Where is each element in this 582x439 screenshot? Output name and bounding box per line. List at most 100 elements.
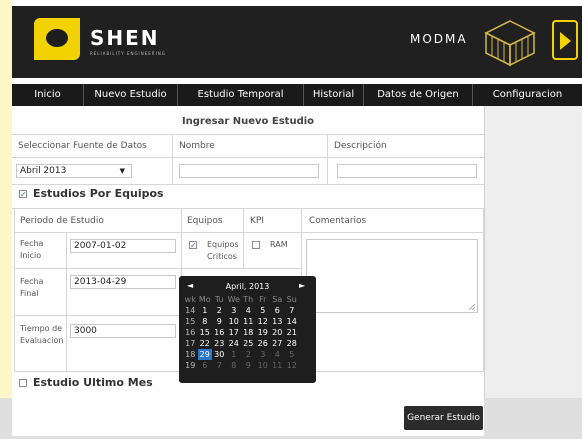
day-cell[interactable]: 5 [285, 349, 300, 360]
divider [243, 208, 244, 268]
periodo-label: Periodo de Estudio [20, 216, 104, 226]
day-cell[interactable]: 1 [227, 349, 242, 360]
day-cell[interactable]: 6 [270, 305, 285, 316]
tiempo-evaluacion-label: Tiempo de Evaluacion [20, 324, 64, 345]
day-cell[interactable]: 24 [227, 338, 242, 349]
day-cell[interactable]: 7 [212, 360, 227, 371]
day-cell[interactable]: 30 [212, 349, 227, 360]
day-cell[interactable]: 14 [285, 316, 300, 327]
section-title: Ingresar Nuevo Estudio [181, 116, 315, 127]
description-input[interactable] [337, 164, 477, 178]
datepicker-week-row: 14 1 2 3 4 5 6 7 [183, 305, 299, 316]
day-cell[interactable]: 9 [212, 316, 227, 327]
day-cell[interactable]: 25 [241, 338, 256, 349]
day-cell[interactable]: 22 [198, 338, 213, 349]
nav-nuevo-estudio[interactable]: Nuevo Estudio [84, 84, 178, 106]
description-label: Descripción [334, 141, 387, 151]
logout-button[interactable] [552, 20, 578, 60]
divider [12, 134, 484, 135]
day-cell[interactable]: 15 [198, 327, 213, 338]
comentarios-textarea[interactable] [306, 239, 478, 313]
source-select[interactable]: Abril 2013 ▼ [16, 164, 132, 178]
weekday-label: wk [184, 295, 196, 304]
day-cell[interactable]: 10 [227, 316, 242, 327]
fecha-final-label: Fecha Final [20, 277, 44, 298]
weekday-label: Sa [272, 295, 283, 304]
fecha-inicio-input[interactable]: 2007-01-02 [70, 239, 176, 253]
nav-historial[interactable]: Historial [304, 84, 364, 106]
day-cell[interactable]: 4 [270, 349, 285, 360]
equipos-criticos-label: Equipos Criticos [207, 240, 239, 261]
logo-text: SHEN [90, 26, 160, 50]
day-cell[interactable]: 1 [198, 305, 213, 316]
estudio-ultimo-mes-label: Estudio Ultimo Mes [33, 376, 153, 389]
day-cell[interactable]: 5 [256, 305, 271, 316]
day-cell[interactable]: 12 [285, 360, 300, 371]
day-cell[interactable]: 23 [212, 338, 227, 349]
shen-logo-icon [34, 18, 80, 60]
name-label: Nombre [179, 141, 215, 151]
day-cell[interactable]: 12 [256, 316, 271, 327]
datepicker-next-icon[interactable]: ► [299, 281, 305, 290]
source-label: Seleccionar Fuente de Datos [18, 141, 147, 151]
day-cell[interactable]: 11 [241, 316, 256, 327]
day-cell[interactable]: 2 [241, 349, 256, 360]
main-nav: Inicio Nuevo Estudio Estudio Temporal Hi… [12, 84, 582, 106]
nav-estudio-temporal[interactable]: Estudio Temporal [178, 84, 304, 106]
day-cell[interactable]: 13 [270, 316, 285, 327]
tiempo-evaluacion-input[interactable]: 3000 [70, 324, 176, 338]
name-input[interactable] [179, 164, 319, 178]
day-cell[interactable]: 11 [270, 360, 285, 371]
week-number: 15 [185, 317, 196, 326]
datepicker-weekday-header: wk Mo Tu We Th Fr Sa Su [183, 294, 299, 305]
nav-inicio[interactable]: Inicio [12, 84, 84, 106]
estudio-ultimo-mes-checkbox[interactable] [19, 379, 27, 387]
fecha-final-input[interactable]: 2013-04-29 [70, 275, 176, 289]
estudios-equipos-checkbox[interactable]: ✓ [19, 190, 27, 199]
weekday-label: We [227, 295, 240, 304]
nav-configuracion[interactable]: Configuracion [473, 84, 582, 106]
day-cell[interactable]: 9 [241, 360, 256, 371]
day-cell[interactable]: 17 [227, 327, 242, 338]
day-cell[interactable]: 28 [285, 338, 300, 349]
divider [12, 184, 484, 185]
week-number: 14 [185, 306, 196, 315]
day-cell[interactable]: 21 [285, 327, 300, 338]
day-cell[interactable]: 3 [256, 349, 271, 360]
day-cell[interactable]: 26 [256, 338, 271, 349]
day-cell[interactable]: 8 [227, 360, 242, 371]
day-cell[interactable]: 2 [212, 305, 227, 316]
day-cell[interactable]: 4 [241, 305, 256, 316]
day-cell[interactable]: 19 [256, 327, 271, 338]
ram-label: RAM [270, 240, 288, 249]
divider [12, 208, 484, 209]
day-cell[interactable]: 18 [241, 327, 256, 338]
day-cell[interactable]: 27 [270, 338, 285, 349]
kpi-label: KPI [250, 216, 264, 226]
day-cell[interactable]: 3 [227, 305, 242, 316]
day-cell[interactable]: 10 [256, 360, 271, 371]
day-cell[interactable]: 29 [197, 349, 212, 360]
logo-subtitle: RELIABILITY ENGINEERING [90, 51, 166, 56]
day-cell[interactable]: 20 [270, 327, 285, 338]
day-cell[interactable]: 6 [198, 360, 213, 371]
datepicker-week-row: 19 6 7 8 9 10 11 12 [183, 360, 299, 371]
right-sidebar [484, 106, 582, 398]
equipos-criticos-checkbox[interactable]: ✓ [189, 241, 197, 250]
datepicker-popup: ◄ April, 2013 ► wk Mo Tu We Th Fr Sa Su … [179, 276, 316, 383]
nav-datos-de-origen[interactable]: Datos de Origen [364, 84, 473, 106]
week-number: 19 [185, 361, 196, 370]
day-cell[interactable]: 8 [198, 316, 213, 327]
estudios-equipos-label: Estudios Por Equipos [33, 187, 164, 200]
modma-cube-icon [484, 20, 536, 67]
divider [14, 268, 302, 269]
chevron-down-icon: ▼ [119, 167, 125, 175]
divider [14, 232, 484, 233]
weekday-label: Mo [198, 295, 211, 304]
generar-estudio-button[interactable]: Generar Estudio [404, 406, 483, 430]
resize-handle-icon [469, 304, 475, 310]
day-cell[interactable]: 16 [212, 327, 227, 338]
weekday-label: Fr [259, 295, 267, 304]
ram-checkbox[interactable] [252, 241, 260, 249]
day-cell[interactable]: 7 [285, 305, 300, 316]
